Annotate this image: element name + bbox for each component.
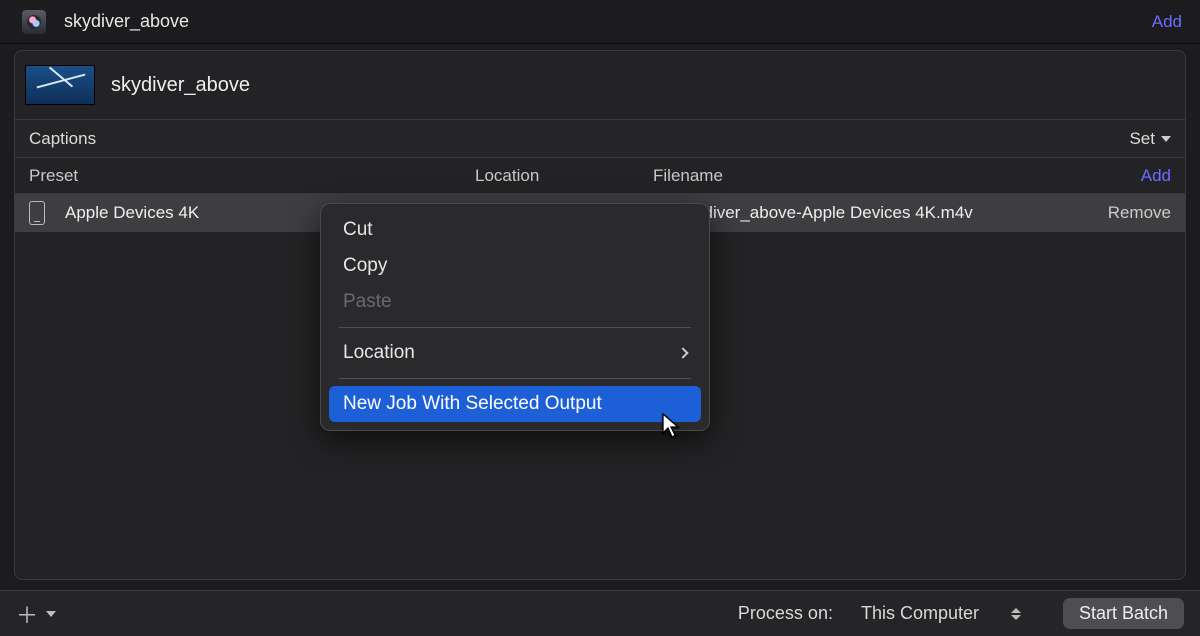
menu-new-job-with-output[interactable]: New Job With Selected Output — [329, 386, 701, 422]
column-location: Location — [475, 166, 653, 186]
preset-name: Apple Devices 4K — [65, 203, 199, 223]
process-on-select[interactable]: This Computer — [851, 599, 1031, 628]
context-menu: Cut Copy Paste Location New Job With Sel… — [320, 203, 710, 431]
column-filename: Filename — [653, 166, 1121, 186]
device-icon — [29, 201, 45, 225]
bottom-toolbar: ＋ Process on: This Computer Start Batch — [0, 590, 1200, 636]
menu-paste-label: Paste — [343, 291, 392, 313]
captions-set-button[interactable]: Set — [1129, 129, 1171, 149]
menu-cut-label: Cut — [343, 219, 373, 241]
window-titlebar: skydiver_above Add — [0, 0, 1200, 44]
column-preset: Preset — [29, 166, 475, 186]
add-button[interactable]: ＋ — [16, 598, 56, 630]
job-thumbnail[interactable] — [25, 65, 95, 105]
menu-new-job-label: New Job With Selected Output — [343, 393, 602, 415]
job-header: skydiver_above — [15, 51, 1185, 120]
stepper-icon — [1011, 608, 1021, 620]
chevron-down-icon — [46, 611, 56, 617]
remove-output-button[interactable]: Remove — [1108, 203, 1171, 223]
plus-icon: ＋ — [16, 598, 38, 630]
process-on-value: This Computer — [861, 603, 979, 624]
add-job-link[interactable]: Add — [1152, 12, 1182, 32]
captions-row: Captions Set — [15, 120, 1185, 158]
start-batch-button[interactable]: Start Batch — [1063, 598, 1184, 629]
chevron-down-icon — [1161, 136, 1171, 142]
menu-location-label: Location — [343, 342, 415, 364]
chevron-right-icon — [677, 347, 688, 358]
captions-label: Captions — [29, 129, 96, 149]
app-icon — [22, 10, 46, 34]
add-output-link[interactable]: Add — [1121, 166, 1171, 186]
process-on-label: Process on: — [738, 603, 833, 624]
output-columns-header: Preset Location Filename Add — [15, 158, 1185, 194]
menu-copy-label: Copy — [343, 255, 387, 277]
menu-copy[interactable]: Copy — [329, 248, 701, 284]
menu-separator — [339, 378, 691, 379]
menu-paste: Paste — [329, 284, 701, 320]
captions-set-label: Set — [1129, 129, 1155, 149]
menu-separator — [339, 327, 691, 328]
window-title: skydiver_above — [64, 11, 189, 32]
menu-cut[interactable]: Cut — [329, 212, 701, 248]
menu-location[interactable]: Location — [329, 335, 701, 371]
job-name: skydiver_above — [111, 74, 250, 97]
